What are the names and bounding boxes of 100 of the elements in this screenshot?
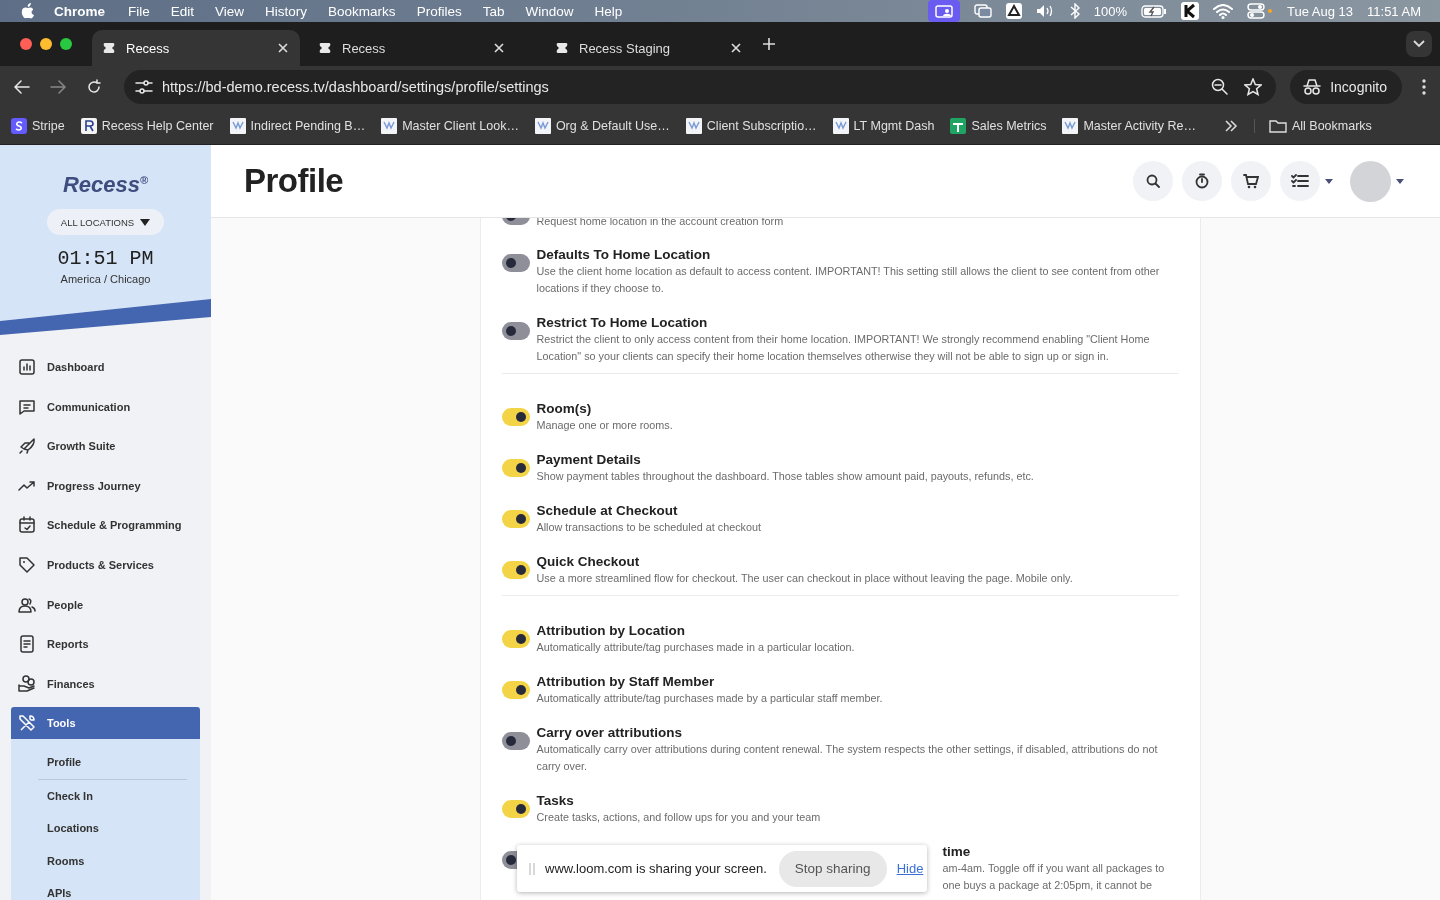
close-icon[interactable] (494, 43, 504, 53)
bookmark[interactable]: Indirect Pending B… (229, 118, 366, 134)
rocket-icon (18, 437, 36, 456)
cart-button[interactable] (1231, 161, 1271, 201)
document-icon (685, 118, 702, 134)
search-icon[interactable] (1146, 174, 1160, 188)
hide-link[interactable]: Hide (896, 861, 924, 876)
nav-item[interactable]: Reports (0, 628, 200, 661)
stopwatch-icon[interactable] (1195, 173, 1209, 189)
menu-item[interactable]: Edit (170, 3, 195, 19)
toggle-switch[interactable] (501, 630, 530, 648)
close-icon[interactable] (278, 43, 288, 53)
bookmark[interactable]: Stripe (11, 118, 65, 134)
submenu-item[interactable]: Locations (47, 812, 200, 845)
caret-icon[interactable] (1396, 178, 1404, 184)
wifi-icon[interactable] (1213, 3, 1233, 19)
toggle-switch[interactable] (501, 732, 530, 750)
stripe-icon (11, 118, 27, 134)
nav-item[interactable]: Growth Suite (0, 430, 200, 463)
browser-tab[interactable]: Recess (92, 30, 300, 66)
caret-icon[interactable] (1325, 178, 1333, 184)
bookmark[interactable]: Sales Metrics (950, 118, 1047, 134)
menu-item[interactable]: Profiles (416, 3, 462, 19)
cart-icon[interactable] (1243, 173, 1259, 189)
chevron-down-icon[interactable] (1413, 40, 1425, 48)
toggle-switch[interactable] (501, 681, 530, 699)
submenu-item[interactable]: APIs (47, 877, 200, 900)
toggle-switch[interactable] (501, 459, 530, 477)
timer-button[interactable] (1182, 161, 1222, 201)
bookmark-star-icon[interactable] (1244, 78, 1263, 96)
document-icon (534, 118, 551, 134)
search-button[interactable] (1133, 161, 1173, 201)
nav-item[interactable]: Communication (0, 390, 200, 423)
nav-item[interactable]: Dashboard (0, 351, 200, 383)
screen-share-icon[interactable] (927, 0, 960, 22)
toggle-switch[interactable] (501, 800, 530, 818)
bluetooth-icon[interactable] (1069, 3, 1080, 19)
more-menu-icon[interactable] (1422, 79, 1426, 95)
drag-handle-icon[interactable] (529, 862, 535, 875)
minimize-window-icon[interactable] (40, 38, 52, 50)
app-menu[interactable]: Chrome (54, 3, 105, 19)
submenu-item[interactable]: Profile (47, 746, 200, 779)
toggle-switch[interactable] (501, 254, 530, 272)
menu-item[interactable]: History (265, 3, 308, 19)
tab-favicon-icon (102, 41, 116, 55)
tab-title: Recess Staging (579, 40, 672, 56)
toggle-switch[interactable] (501, 561, 530, 579)
location-dropdown[interactable]: ALL LOCATIONS (46, 209, 165, 235)
nav-item[interactable]: People (0, 588, 200, 621)
new-tab-icon[interactable] (762, 37, 776, 51)
browser-tab[interactable]: Recess (308, 30, 516, 66)
menu-item[interactable]: Window (525, 3, 574, 19)
bookmark[interactable]: Client Subscriptio… (685, 118, 817, 134)
address-bar[interactable]: https://bd-demo.recess.tv/dashboard/settings/profile/settings (124, 70, 1277, 104)
close-icon[interactable] (731, 43, 741, 53)
bookmark[interactable]: Recess Help Center (80, 118, 214, 134)
toggle-switch[interactable] (501, 408, 530, 426)
setting-description: am-4am. Toggle off if you want all packages to (942, 861, 1165, 876)
back-icon[interactable] (14, 80, 30, 94)
menu-item[interactable]: Help (594, 3, 623, 19)
chat-icon (18, 397, 36, 416)
nav-item[interactable]: Schedule & Programming (0, 509, 200, 542)
control-center-icon[interactable] (1247, 3, 1273, 19)
bookmark[interactable]: Org & Default Use… (534, 118, 670, 134)
drive-icon[interactable] (1005, 3, 1022, 19)
tasks-button[interactable] (1280, 161, 1320, 201)
checklist-icon[interactable] (1291, 174, 1309, 188)
menu-item[interactable]: View (215, 3, 245, 19)
nav-item[interactable]: Progress Journey (0, 469, 200, 502)
tab-search-button[interactable] (1406, 31, 1432, 57)
menu-item[interactable]: Bookmarks (328, 3, 396, 19)
toggle-switch[interactable] (501, 322, 530, 340)
setting-description: Create tasks, actions, and follow ups for you and your team (536, 810, 822, 825)
incognito-button[interactable]: Incognito (1290, 70, 1402, 104)
chevron-double-icon[interactable] (1223, 120, 1238, 132)
battery-icon[interactable] (1141, 4, 1167, 18)
all-bookmarks-button[interactable]: All Bookmarks (1253, 119, 1372, 133)
reload-icon[interactable] (86, 79, 102, 95)
submenu-item[interactable]: Rooms (47, 844, 200, 878)
bookmark[interactable]: Master Activity Re… (1062, 118, 1196, 134)
zoom-out-icon[interactable] (1211, 78, 1230, 96)
toggle-switch[interactable] (501, 510, 530, 528)
stop-sharing-button[interactable]: Stop sharing (778, 850, 887, 887)
nav-item[interactable]: Tools (11, 707, 200, 740)
bookmark[interactable]: LT Mgmt Dash (832, 118, 935, 134)
k-app-icon[interactable] (1181, 2, 1199, 20)
url-field[interactable]: https://bd-demo.recess.tv/dashboard/settings/profile/settings (160, 78, 1197, 96)
close-window-icon[interactable] (20, 38, 32, 50)
windows-icon[interactable] (973, 4, 992, 18)
site-settings-icon[interactable] (135, 79, 153, 95)
menu-item[interactable]: File (128, 3, 150, 19)
menu-item[interactable]: Tab (482, 3, 505, 19)
submenu-item[interactable]: Check In (47, 779, 200, 813)
setting-description: Automatically carry over attributions during content renewal. The system respects the other settings, if disabled, attributions do not carry over. (536, 742, 1159, 774)
maximize-window-icon[interactable] (60, 38, 72, 50)
forward-icon[interactable] (50, 80, 66, 94)
bookmark[interactable]: Master Client Look… (381, 118, 519, 134)
nav-item[interactable]: Finances (0, 667, 200, 700)
nav-item[interactable]: Products & Services (0, 548, 200, 581)
browser-tab[interactable]: Recess Staging (545, 30, 753, 66)
